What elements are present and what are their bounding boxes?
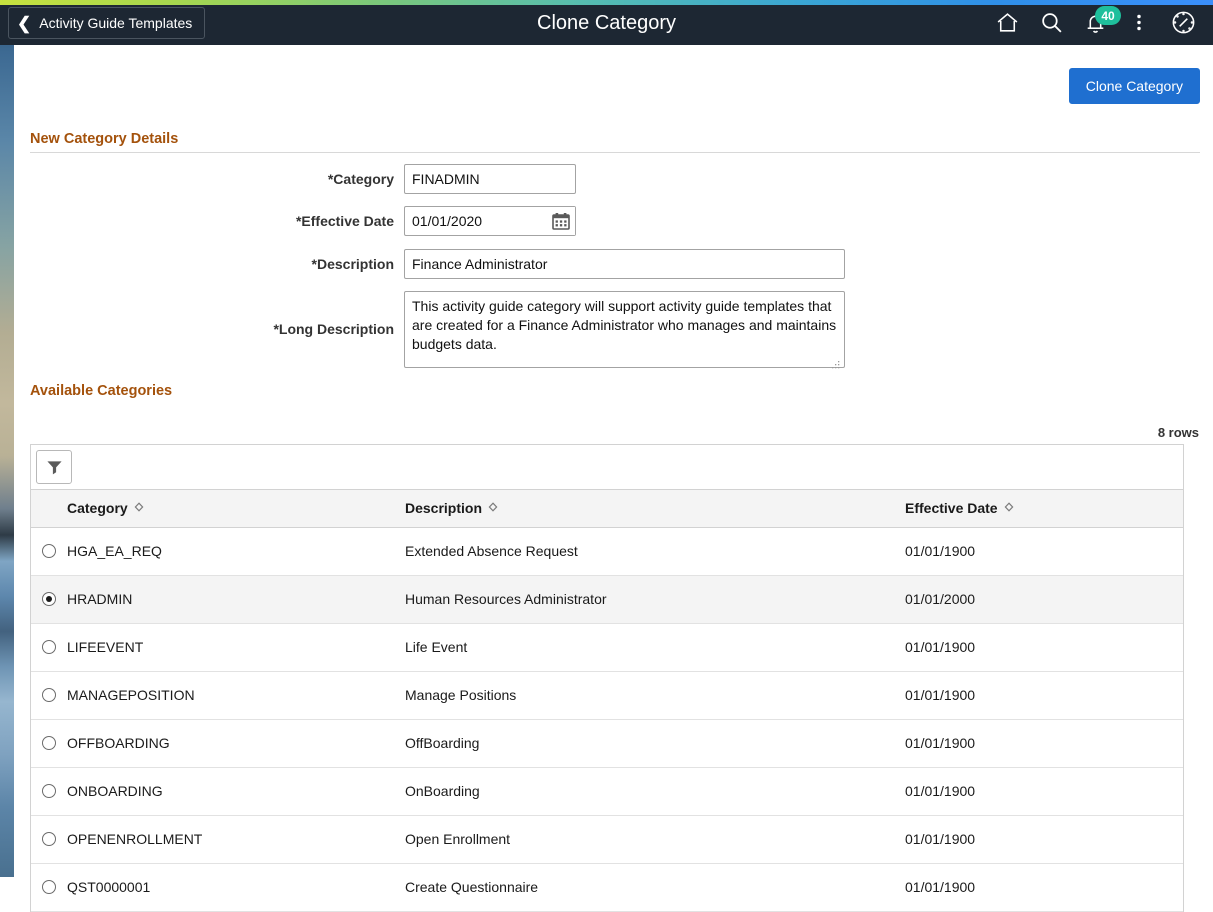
row-select-cell[interactable]: [31, 767, 67, 815]
column-header-effective-date[interactable]: Effective Date: [905, 490, 1183, 527]
row-cell-category: ONBOARDING: [67, 767, 405, 815]
sort-toggle-icon[interactable]: [488, 502, 498, 515]
navigator-compass-icon[interactable]: [1163, 0, 1203, 45]
categories-table-head: Category Description: [31, 490, 1183, 527]
table-row[interactable]: LIFEEVENTLife Event01/01/1900: [31, 623, 1183, 671]
column-header-category-label: Category: [67, 500, 128, 516]
column-header-select: [31, 490, 67, 527]
table-row[interactable]: OPENENROLLMENTOpen Enrollment01/01/1900: [31, 815, 1183, 863]
row-cell-effective-date: 01/01/2000: [905, 575, 1183, 623]
long-description-control: [404, 291, 845, 373]
table-row[interactable]: QST0000001Create Questionnaire01/01/1900: [31, 863, 1183, 911]
back-button-label: Activity Guide Templates: [39, 15, 192, 31]
description-field-label: *Description: [14, 249, 404, 279]
effective-date-field-row: *Effective Date: [14, 206, 576, 236]
column-header-category[interactable]: Category: [67, 490, 405, 527]
row-cell-effective-date: 01/01/1900: [905, 671, 1183, 719]
categories-table-body: HGA_EA_REQExtended Absence Request01/01/…: [31, 527, 1183, 911]
category-field-row: *Category: [14, 164, 576, 194]
row-select-cell[interactable]: [31, 719, 67, 767]
effective-date-field-label: *Effective Date: [14, 206, 404, 236]
row-select-cell[interactable]: [31, 527, 67, 575]
row-cell-effective-date: 01/01/1900: [905, 527, 1183, 575]
column-header-effective-date-label: Effective Date: [905, 500, 998, 516]
category-field-label: *Category: [14, 164, 404, 194]
row-cell-description: Extended Absence Request: [405, 527, 905, 575]
row-cell-category: QST0000001: [67, 863, 405, 911]
row-cell-effective-date: 01/01/1900: [905, 623, 1183, 671]
row-cell-category: OFFBOARDING: [67, 719, 405, 767]
new-category-details-divider: [30, 152, 1200, 153]
app-header: Clone Category ❮ Activity Guide Template…: [0, 0, 1213, 45]
row-cell-description: Human Resources Administrator: [405, 575, 905, 623]
row-cell-category: HRADMIN: [67, 575, 405, 623]
row-cell-category: LIFEEVENT: [67, 623, 405, 671]
column-header-description-label: Description: [405, 500, 482, 516]
row-select-cell[interactable]: [31, 575, 67, 623]
row-cell-effective-date: 01/01/1900: [905, 815, 1183, 863]
row-count-label: 8 rows: [1158, 425, 1199, 440]
row-cell-effective-date: 01/01/1900: [905, 767, 1183, 815]
category-input[interactable]: [404, 164, 576, 194]
row-cell-effective-date: 01/01/1900: [905, 863, 1183, 911]
table-row[interactable]: ONBOARDINGOnBoarding01/01/1900: [31, 767, 1183, 815]
table-row[interactable]: HRADMINHuman Resources Administrator01/0…: [31, 575, 1183, 623]
row-cell-effective-date: 01/01/1900: [905, 719, 1183, 767]
notification-count-badge[interactable]: 40: [1095, 6, 1121, 25]
sort-toggle-icon[interactable]: [1004, 502, 1014, 515]
table-row[interactable]: MANAGEPOSITIONManage Positions01/01/1900: [31, 671, 1183, 719]
available-categories-grid: Category Description: [30, 444, 1184, 912]
sort-toggle-icon[interactable]: [134, 502, 144, 515]
row-cell-category: MANAGEPOSITION: [67, 671, 405, 719]
home-icon[interactable]: [987, 0, 1027, 45]
background-image-strip: [0, 0, 14, 877]
row-select-radio[interactable]: [42, 736, 56, 750]
row-select-radio[interactable]: [42, 640, 56, 654]
row-select-radio[interactable]: [42, 544, 56, 558]
table-row[interactable]: OFFBOARDINGOffBoarding01/01/1900: [31, 719, 1183, 767]
long-description-textarea[interactable]: [404, 291, 845, 368]
description-field-row: *Description: [14, 249, 845, 279]
long-description-field-row: *Long Description: [14, 291, 845, 373]
table-row[interactable]: HGA_EA_REQExtended Absence Request01/01/…: [31, 527, 1183, 575]
row-select-cell[interactable]: [31, 863, 67, 911]
row-select-cell[interactable]: [31, 623, 67, 671]
grid-filter-bar: [31, 445, 1183, 490]
page-content: Clone Category New Category Details *Cat…: [14, 45, 1213, 877]
search-icon[interactable]: [1031, 0, 1071, 45]
new-category-details-heading: New Category Details: [30, 131, 178, 147]
row-cell-description: Life Event: [405, 623, 905, 671]
back-to-activity-guide-templates-button[interactable]: ❮ Activity Guide Templates: [8, 7, 205, 39]
available-categories-heading: Available Categories: [30, 383, 172, 399]
row-cell-description: OnBoarding: [405, 767, 905, 815]
row-select-cell[interactable]: [31, 671, 67, 719]
row-cell-description: Manage Positions: [405, 671, 905, 719]
effective-date-control: [404, 206, 576, 236]
column-header-description[interactable]: Description: [405, 490, 905, 527]
chevron-left-icon: ❮: [17, 15, 31, 32]
description-input[interactable]: [404, 249, 845, 279]
row-cell-description: OffBoarding: [405, 719, 905, 767]
row-cell-category: HGA_EA_REQ: [67, 527, 405, 575]
row-select-cell[interactable]: [31, 815, 67, 863]
categories-table: Category Description: [31, 490, 1183, 912]
row-cell-description: Open Enrollment: [405, 815, 905, 863]
page-action-bar: Clone Category: [1069, 68, 1200, 104]
header-icon-group: 40: [987, 0, 1203, 45]
row-select-radio[interactable]: [42, 832, 56, 846]
notifications-bell-icon[interactable]: 40: [1075, 0, 1115, 45]
row-cell-description: Create Questionnaire: [405, 863, 905, 911]
actions-kebab-icon[interactable]: [1119, 0, 1159, 45]
row-select-radio[interactable]: [42, 592, 56, 606]
clone-category-button[interactable]: Clone Category: [1069, 68, 1200, 104]
filter-funnel-icon[interactable]: [36, 450, 72, 484]
row-cell-category: OPENENROLLMENT: [67, 815, 405, 863]
long-description-field-label: *Long Description: [14, 291, 404, 368]
top-accent-gradient-bar: [0, 0, 1213, 5]
row-select-radio[interactable]: [42, 688, 56, 702]
table-header-row: Category Description: [31, 490, 1183, 527]
row-select-radio[interactable]: [42, 880, 56, 894]
calendar-icon[interactable]: [547, 207, 575, 235]
row-select-radio[interactable]: [42, 784, 56, 798]
